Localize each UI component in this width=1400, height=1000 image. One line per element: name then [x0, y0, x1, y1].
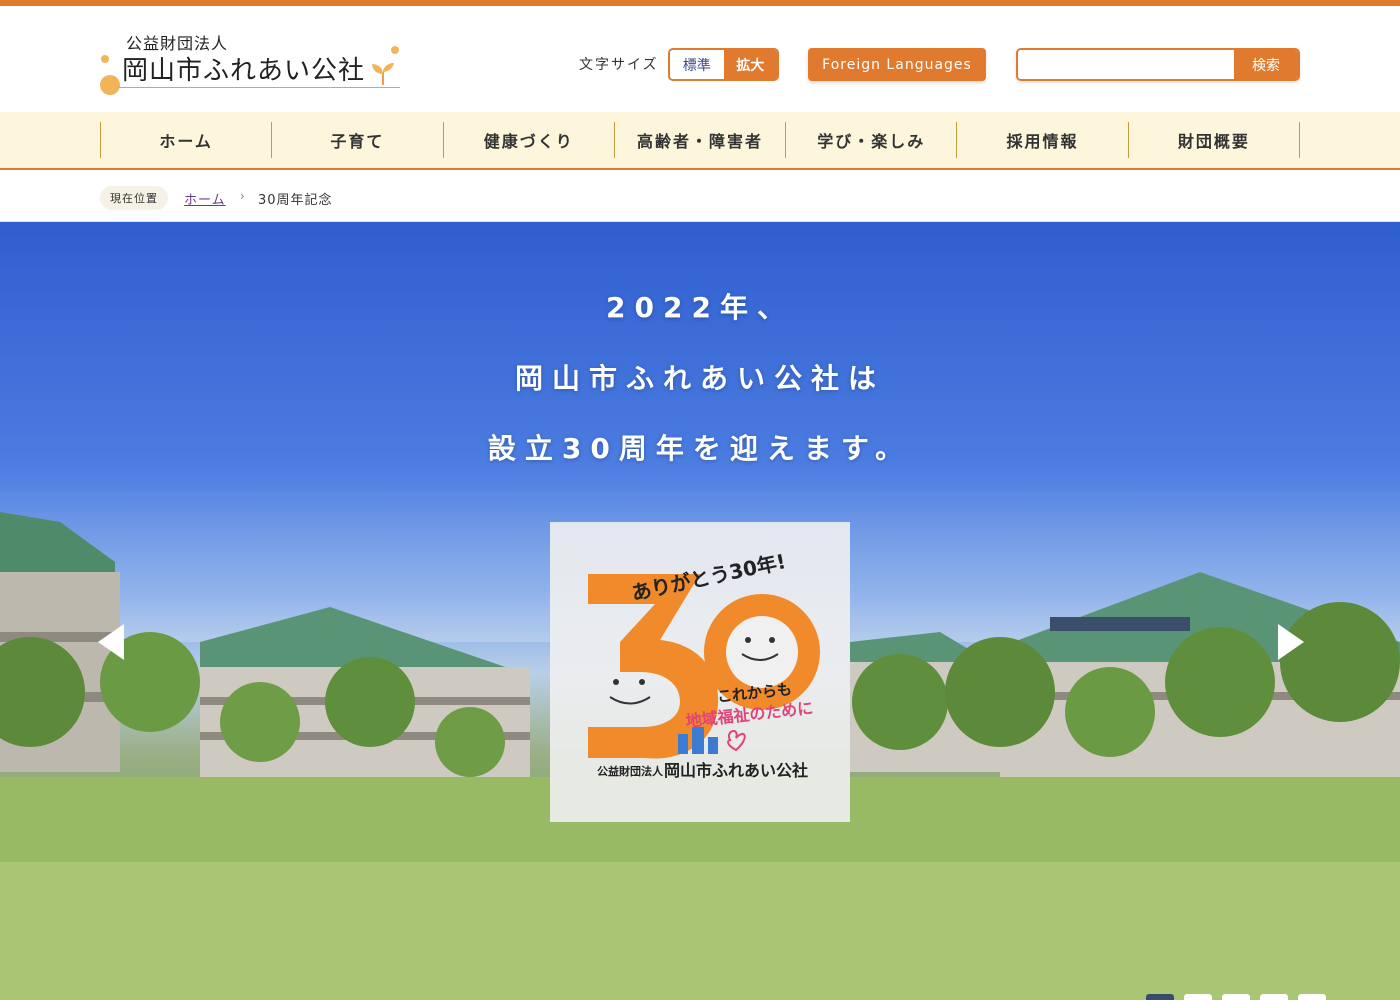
logo-dot-icon [101, 55, 109, 63]
slider-dot[interactable] [1260, 994, 1288, 1000]
anniversary-30-logo: ありがとう30年! これからも 地域福祉のために 公益財団法人 岡山市ふれあい公… [588, 549, 820, 780]
hero-headline-line1: 2022年、 [606, 291, 794, 324]
anniversary-badge: ありがとう30年! これからも 地域福祉のために 公益財団法人 岡山市ふれあい公… [550, 522, 850, 822]
slider-dot[interactable] [1146, 994, 1174, 1000]
nav-item-health[interactable]: 健康づくり [444, 122, 615, 158]
nav-item-recruitment[interactable]: 採用情報 [957, 122, 1129, 158]
foreign-languages-button[interactable]: Foreign Languages [808, 48, 986, 81]
font-size-large-button[interactable]: 拡大 [723, 50, 777, 79]
search-form: 検索 [1016, 48, 1300, 81]
slider-dot[interactable] [1222, 994, 1250, 1000]
nav-item-childcare[interactable]: 子育て [272, 122, 444, 158]
hero-headline-line3: 設立30周年を迎えます。 [487, 432, 913, 465]
main-nav: ホーム 子育て 健康づくり 高齢者・障害者 学び・楽しみ 採用情報 財団概要 [0, 112, 1400, 170]
badge-org-name: 岡山市ふれあい公社 [664, 761, 808, 780]
search-button[interactable]: 検索 [1234, 50, 1298, 79]
site-header: 公益財団法人 岡山市ふれあい公社 文字サイズ 標準 拡大 Foreign Lan… [0, 6, 1400, 112]
font-size-label: 文字サイズ [579, 57, 659, 73]
hero-slider: 2022年、 岡山市ふれあい公社は 設立30周年を迎えます。 ありがとう30年!… [0, 222, 1400, 1000]
search-input[interactable] [1018, 50, 1234, 79]
nav-item-home[interactable]: ホーム [101, 122, 273, 158]
slider-pagination [1146, 994, 1326, 1000]
logo-circle-icon [100, 75, 120, 95]
main-nav-list: ホーム 子育て 健康づくり 高齢者・障害者 学び・楽しみ 採用情報 財団概要 [100, 122, 1300, 158]
nav-item-learning[interactable]: 学び・楽しみ [786, 122, 958, 158]
slider-dot[interactable] [1298, 994, 1326, 1000]
nav-item-elderly-disabled[interactable]: 高齢者・障害者 [615, 122, 787, 158]
font-size-standard-button[interactable]: 標準 [670, 50, 724, 79]
logo-underline [118, 87, 400, 88]
hero-headline-line2: 岡山市ふれあい公社は [514, 362, 885, 395]
nav-item-about[interactable]: 財団概要 [1129, 122, 1300, 158]
breadcrumb-current: 30周年記念 [258, 193, 333, 208]
site-logo[interactable]: 公益財団法人 岡山市ふれあい公社 [98, 30, 408, 100]
sprout-icon [372, 63, 394, 85]
slider-dot[interactable] [1184, 994, 1212, 1000]
font-size-switcher: 標準 拡大 [668, 48, 779, 81]
slider-next-arrow-icon[interactable] [1274, 622, 1308, 662]
breadcrumb: 現在位置 ホーム › 30周年記念 [0, 170, 1400, 222]
logo-title: 岡山市ふれあい公社 [122, 56, 366, 86]
breadcrumb-home-link[interactable]: ホーム [184, 189, 226, 208]
breadcrumb-label: 現在位置 [100, 186, 168, 210]
badge-org-small: 公益財団法人 [597, 764, 664, 778]
slider-prev-arrow-icon[interactable] [94, 622, 128, 662]
chevron-right-icon: › [240, 189, 245, 203]
logo-dot-icon [391, 46, 399, 54]
